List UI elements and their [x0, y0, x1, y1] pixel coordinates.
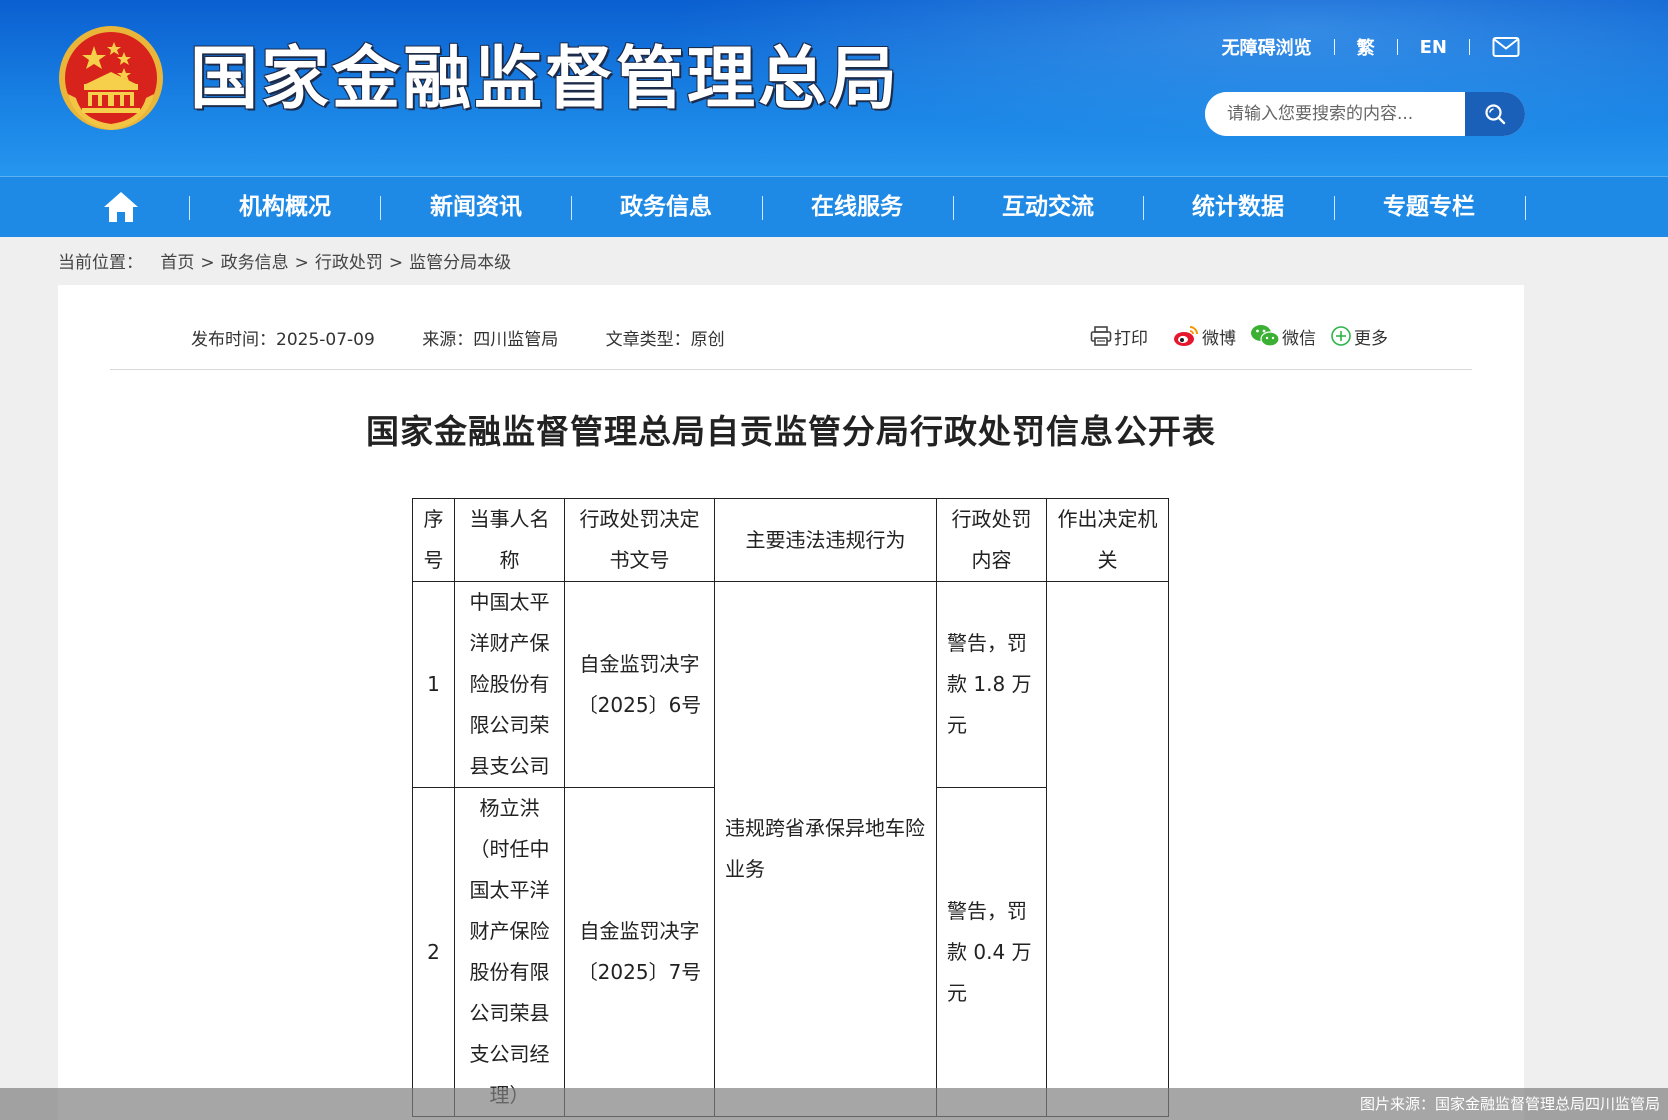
nav-item-statistics[interactable]: 统计数据	[1143, 177, 1333, 237]
breadcrumb-prefix: 当前位置：	[58, 253, 143, 273]
weibo-share-button[interactable]: 微博	[1172, 324, 1236, 349]
traditional-chinese-link[interactable]: 繁	[1357, 34, 1375, 60]
national-emblem-icon[interactable]	[56, 24, 166, 136]
site-header: 国家金融监督管理总局 无障碍浏览 繁 EN	[0, 0, 1668, 176]
cell-party-name: 中国太平洋财产保险股份有限公司荣县支公司	[454, 581, 565, 788]
table-row: 1 中国太平洋财产保险股份有限公司荣县支公司 自金监罚决字〔2025〕6号 违规…	[412, 581, 1169, 1117]
article-type: 文章类型：原创	[606, 330, 725, 350]
cell-decision-number: 自金监罚决字〔2025〕7号	[564, 787, 715, 1117]
nav-item-special-topics[interactable]: 专题专栏	[1334, 177, 1524, 237]
breadcrumb-separator: >	[388, 253, 404, 273]
article-meta: 发布时间：2025-07-09 来源：四川监管局 文章类型：原创	[191, 325, 767, 350]
site-title: 国家金融监督管理总局	[190, 40, 901, 119]
nav-item-government-info[interactable]: 政务信息	[571, 177, 761, 237]
accessibility-link[interactable]: 无障碍浏览	[1222, 34, 1312, 60]
cell-party-name: 杨立洪（时任中国太平洋财产保险股份有限公司荣县支公司经理）	[454, 787, 565, 1117]
search-input[interactable]	[1205, 92, 1463, 136]
search-box	[1205, 92, 1525, 136]
breadcrumb-separator: >	[294, 253, 309, 273]
nav-item-news[interactable]: 新闻资讯	[381, 177, 571, 237]
publish-time: 发布时间：2025-07-09	[191, 330, 375, 350]
nav-item-online-services[interactable]: 在线服务	[762, 177, 952, 237]
table-header-row: 序号 当事人名称 行政处罚决定书文号 主要违法违规行为 行政处罚内容 作出决定机…	[412, 498, 1169, 582]
weibo-icon	[1174, 326, 1198, 346]
header-serial-no: 序号	[412, 498, 455, 582]
divider	[1469, 39, 1470, 55]
type-label: 文章类型：	[605, 330, 691, 350]
breadcrumb-home[interactable]: 首页	[160, 253, 194, 273]
main-nav: 机构概况 新闻资讯 政务信息 在线服务 互动交流 统计数据 专题专栏	[0, 176, 1668, 237]
divider	[1333, 39, 1335, 55]
print-label: 打印	[1114, 328, 1148, 349]
header-party-name: 当事人名称	[454, 498, 565, 582]
print-button[interactable]: 打印	[1090, 324, 1148, 349]
cell-decision-number: 自金监罚决字〔2025〕6号	[564, 581, 715, 788]
more-label: 更多	[1354, 328, 1388, 349]
wechat-label: 微信	[1282, 328, 1316, 349]
breadcrumb-current[interactable]: 监管分局本级	[409, 253, 511, 273]
penalty-table: 序号 当事人名称 行政处罚决定书文号 主要违法违规行为 行政处罚内容 作出决定机…	[412, 498, 1169, 1117]
printer-icon	[1090, 326, 1112, 346]
header-decision-number: 行政处罚决定书文号	[564, 498, 715, 582]
article-card: 发布时间：2025-07-09 来源：四川监管局 文章类型：原创 打印 微博 微…	[58, 285, 1524, 1120]
wechat-share-button[interactable]: 微信	[1250, 324, 1316, 349]
cell-serial-no: 1	[412, 581, 455, 788]
home-icon[interactable]	[103, 190, 139, 224]
article-source: 来源：四川监管局	[422, 330, 558, 350]
header-violation: 主要违法违规行为	[714, 498, 937, 582]
publish-date: 2025-07-09	[276, 330, 375, 350]
cell-violation: 违规跨省承保异地车险业务	[714, 581, 937, 1117]
header-penalty-content: 行政处罚内容	[936, 498, 1047, 582]
share-bar: 打印 微博 微信 更多	[1090, 321, 1402, 351]
cell-penalty-content: 警告，罚款 0.4 万元	[936, 787, 1047, 1117]
search-icon	[1485, 104, 1506, 125]
top-links: 无障碍浏览 繁 EN	[1222, 34, 1520, 60]
source-label: 来源：	[422, 330, 474, 350]
divider	[1396, 39, 1398, 55]
weibo-label: 微博	[1202, 328, 1236, 349]
header-authority: 作出决定机关	[1046, 498, 1169, 582]
wechat-icon	[1251, 325, 1280, 347]
source-value: 四川监管局	[473, 330, 559, 350]
mail-icon[interactable]	[1492, 36, 1520, 58]
breadcrumb-government-info[interactable]: 政务信息	[221, 253, 289, 273]
nav-divider	[1525, 196, 1526, 220]
image-source-caption: 图片来源：国家金融监督管理总局四川监管局	[0, 1088, 1668, 1120]
breadcrumb-administrative-penalty[interactable]: 行政处罚	[315, 253, 383, 273]
nav-item-organization[interactable]: 机构概况	[190, 177, 380, 237]
breadcrumb-separator: >	[200, 253, 215, 273]
more-share-button[interactable]: 更多	[1330, 324, 1388, 349]
search-button[interactable]	[1465, 92, 1525, 136]
publish-label: 发布时间：	[191, 330, 276, 350]
plus-circle-icon	[1331, 326, 1351, 346]
divider	[110, 369, 1472, 370]
cell-penalty-content: 警告，罚款 1.8 万元	[936, 581, 1047, 788]
type-value: 原创	[690, 330, 725, 350]
nav-item-interaction[interactable]: 互动交流	[953, 177, 1143, 237]
english-link[interactable]: EN	[1420, 37, 1447, 58]
cell-authority	[1046, 581, 1169, 1117]
article-title: 国家金融监督管理总局自贡监管分局行政处罚信息公开表	[366, 412, 1216, 451]
breadcrumb: 当前位置： 首页 > 政务信息 > 行政处罚 > 监管分局本级	[58, 248, 511, 273]
cell-serial-no: 2	[412, 787, 455, 1117]
